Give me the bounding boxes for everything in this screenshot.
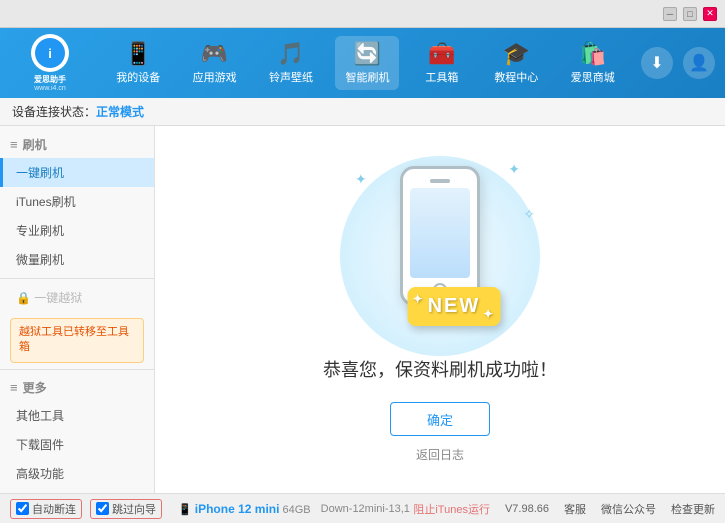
nav-smart-flash[interactable]: 🔄 智能刷机 <box>335 36 399 90</box>
main-layout: ≡ 刷机 一键刷机 iTunes刷机 专业刷机 微量刷机 🔒 一键越狱 越狱工具… <box>0 126 725 493</box>
minimize-button[interactable]: ─ <box>663 7 677 21</box>
nav-my-device[interactable]: 📱 我的设备 <box>106 36 170 90</box>
wechat-public-button[interactable]: 微信公众号 <box>601 501 656 517</box>
status-value: 正常模式 <box>96 103 144 120</box>
customer-service-button[interactable]: 客服 <box>564 501 586 517</box>
more-section: ≡ 更多 其他工具 下载固件 高级功能 <box>0 374 154 488</box>
sidebar-divider-2 <box>0 369 154 370</box>
toolbox-icon: 🧰 <box>428 41 455 67</box>
maximize-button[interactable]: □ <box>683 7 697 21</box>
smart-flash-label: 智能刷机 <box>345 69 389 85</box>
logo-text-bottom: www.i4.cn <box>34 85 66 92</box>
logo-circle: i <box>31 34 69 72</box>
sparkle-1: ✦ <box>355 171 367 188</box>
download-button[interactable]: ⬇ <box>641 47 673 79</box>
wallpaper-label: 铃声壁纸 <box>269 69 313 85</box>
sparkle-2: ✦ <box>508 161 520 178</box>
skip-wizard-label: 跳过向导 <box>112 501 156 517</box>
phone-speaker <box>430 179 450 183</box>
sidebar-item-one-key-flash[interactable]: 一键刷机 <box>0 158 154 187</box>
confirm-button[interactable]: 确定 <box>390 402 490 436</box>
flash-section-label: 刷机 <box>23 136 47 153</box>
tutorial-icon: 🎓 <box>503 41 530 67</box>
sidebar-item-download-fw[interactable]: 下载固件 <box>0 430 154 459</box>
device-version: Down-12mini-13,1 <box>321 503 410 515</box>
bottom-left: 自动断连 跳过向导 📱 iPhone 12 mini 64GB Down-12m… <box>10 499 410 519</box>
nav-shop[interactable]: 🛍️ 爱思商城 <box>561 36 625 90</box>
sidebar-item-pro-flash[interactable]: 专业刷机 <box>0 216 154 245</box>
skip-wizard-input[interactable] <box>96 502 109 515</box>
shop-icon: 🛍️ <box>579 41 606 67</box>
device-info: 📱 iPhone 12 mini 64GB <box>178 502 311 516</box>
back-link[interactable]: 返回日志 <box>416 446 464 463</box>
my-device-label: 我的设备 <box>116 69 160 85</box>
new-badge: NEW <box>408 287 501 326</box>
flash-section-header: ≡ 刷机 <box>0 131 154 158</box>
sidebar-divider-1 <box>0 278 154 279</box>
auto-disconnect-label: 自动断连 <box>32 501 76 517</box>
my-device-icon: 📱 <box>125 41 152 67</box>
nav-toolbox[interactable]: 🧰 工具箱 <box>412 36 472 90</box>
status-label: 设备连接状态： <box>12 103 96 120</box>
smart-flash-icon: 🔄 <box>354 41 381 67</box>
sidebar-item-other-tools[interactable]: 其他工具 <box>0 401 154 430</box>
flash-section-icon: ≡ <box>10 137 18 152</box>
titlebar: ─ □ ✕ <box>0 0 725 28</box>
shop-label: 爱思商城 <box>571 69 615 85</box>
sidebar-item-brush-flash[interactable]: 微量刷机 <box>0 245 154 274</box>
logo-text-top: 爱思助手 <box>34 74 66 85</box>
sidebar-jailbreak-notice: 越狱工具已转移至工具箱 <box>10 318 144 363</box>
version-label: V7.98.66 <box>505 503 549 515</box>
nav-apps-games[interactable]: 🎮 应用游戏 <box>183 36 247 90</box>
user-button[interactable]: 👤 <box>683 47 715 79</box>
statusbar: 设备连接状态： 正常模式 <box>0 98 725 126</box>
device-storage: 64GB <box>283 504 311 516</box>
more-section-header: ≡ 更多 <box>0 374 154 401</box>
header: i 爱思助手 www.i4.cn 📱 我的设备 🎮 应用游戏 🎵 铃声壁纸 🔄 … <box>0 28 725 98</box>
phone-icon: 📱 <box>178 504 192 516</box>
toolbox-label: 工具箱 <box>425 69 458 85</box>
nav-bar: 📱 我的设备 🎮 应用游戏 🎵 铃声壁纸 🔄 智能刷机 🧰 工具箱 🎓 教程中心… <box>100 36 631 90</box>
phone-illustration <box>400 166 480 306</box>
sidebar-item-jailbreak: 🔒 一键越狱 <box>0 283 154 312</box>
bottombar: 自动断连 跳过向导 📱 iPhone 12 mini 64GB Down-12m… <box>0 493 725 523</box>
phone-screen <box>410 188 470 278</box>
success-text: 恭喜您，保资料刷机成功啦！ <box>323 356 557 382</box>
main-content: ✦ ✦ ✧ NEW 恭喜您，保资料刷机成功啦！ 确定 返回日志 <box>155 126 725 493</box>
more-section-icon: ≡ <box>10 380 18 395</box>
sidebar: ≡ 刷机 一键刷机 iTunes刷机 专业刷机 微量刷机 🔒 一键越狱 越狱工具… <box>0 126 155 493</box>
tutorial-label: 教程中心 <box>494 69 538 85</box>
sidebar-item-advanced[interactable]: 高级功能 <box>0 459 154 488</box>
sparkle-3: ✧ <box>523 206 535 223</box>
device-name: iPhone 12 mini <box>195 502 280 516</box>
auto-disconnect-checkbox[interactable]: 自动断连 <box>10 499 82 519</box>
wallpaper-icon: 🎵 <box>277 41 304 67</box>
logo-inner: i <box>35 38 65 68</box>
check-update-button[interactable]: 检查更新 <box>671 501 715 517</box>
auto-disconnect-input[interactable] <box>16 502 29 515</box>
nav-right-buttons: ⬇ 👤 <box>641 47 715 79</box>
nav-tutorial[interactable]: 🎓 教程中心 <box>484 36 548 90</box>
success-illustration: ✦ ✦ ✧ NEW <box>340 156 540 356</box>
stop-itunes-button[interactable]: 阻止iTunes运行 <box>413 501 490 517</box>
apps-games-icon: 🎮 <box>201 41 228 67</box>
logo: i 爱思助手 www.i4.cn <box>10 34 90 92</box>
skip-wizard-checkbox[interactable]: 跳过向导 <box>90 499 162 519</box>
nav-wallpaper[interactable]: 🎵 铃声壁纸 <box>259 36 323 90</box>
sidebar-item-itunes-flash[interactable]: iTunes刷机 <box>0 187 154 216</box>
close-button[interactable]: ✕ <box>703 7 717 21</box>
bottom-right: 阻止iTunes运行 V7.98.66 客服 微信公众号 检查更新 <box>413 501 715 517</box>
flash-section: ≡ 刷机 一键刷机 iTunes刷机 专业刷机 微量刷机 <box>0 131 154 274</box>
more-section-label: 更多 <box>23 379 47 396</box>
apps-games-label: 应用游戏 <box>193 69 237 85</box>
